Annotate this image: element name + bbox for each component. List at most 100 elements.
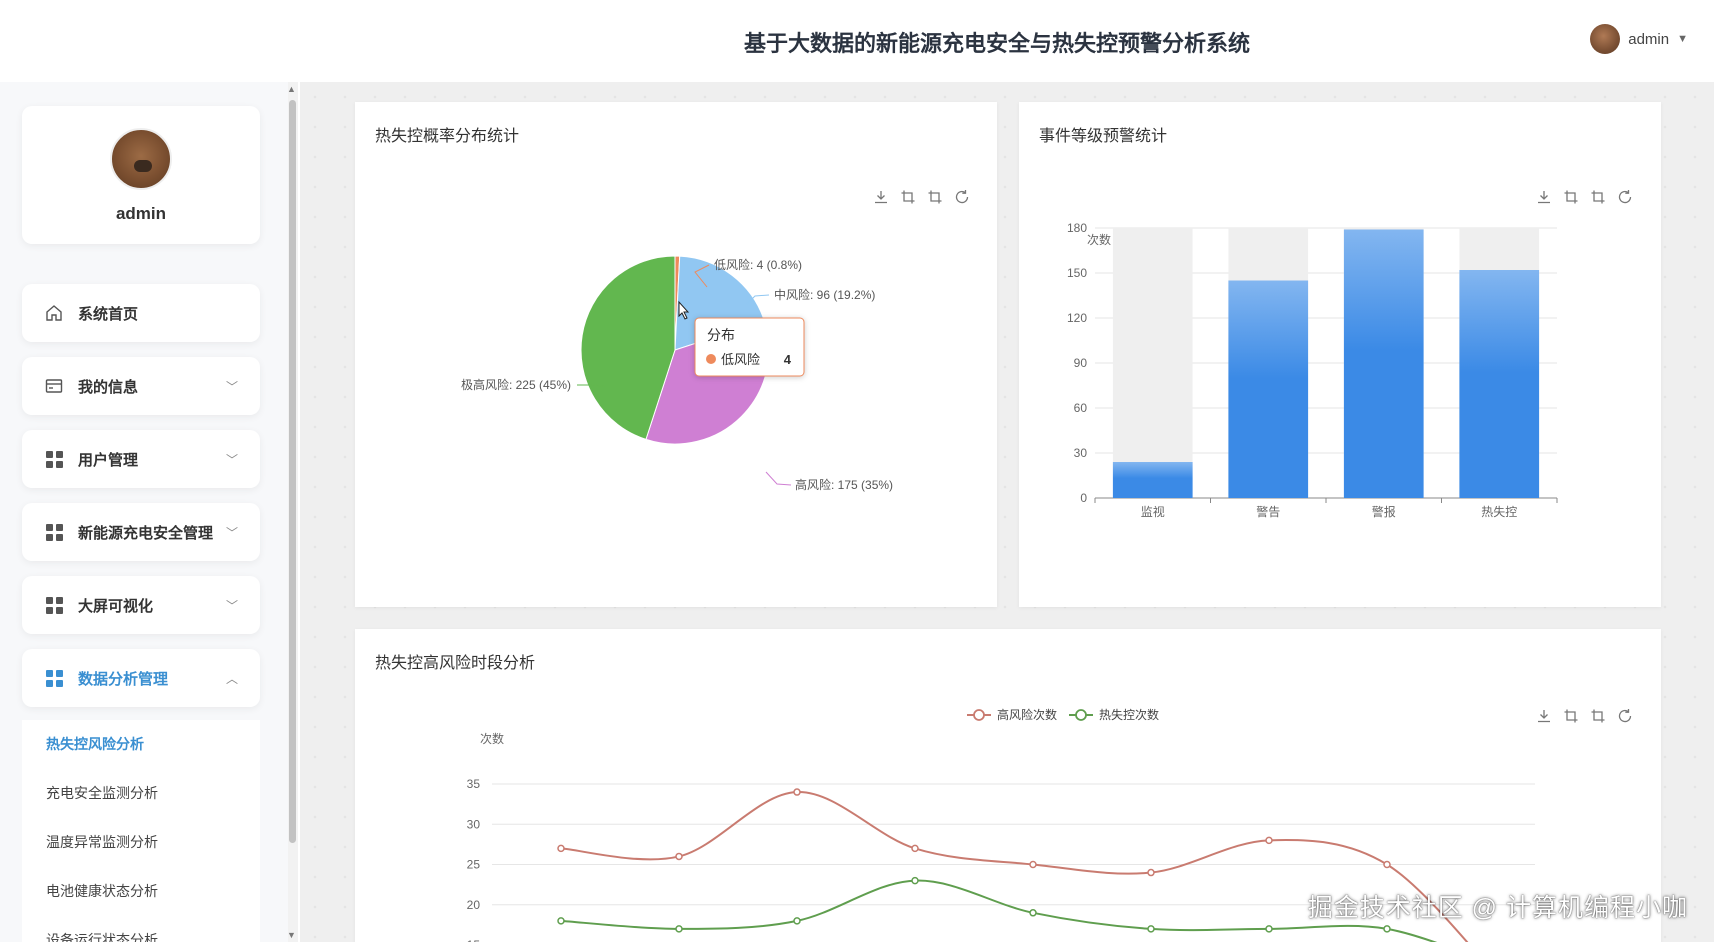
menu-item-my-info[interactable]: 我的信息 ﹀ [22,357,260,415]
line-y-tick-label: 15 [467,938,481,942]
legend-marker-0[interactable] [973,709,985,721]
chevron-down-icon: ﹀ [225,525,238,540]
bar-x-tick-label: 警报 [1372,504,1396,519]
menu-label: 数据分析管理 [78,670,169,688]
pie-chart-card: 热失控概率分布统计 低风险: 4 (0.8%) 中风险: 96 (19.2%) … [355,102,997,607]
profile-name: admin [115,204,167,223]
tooltip-name: 低风险 [721,352,760,367]
bar-x-tick-label: 热失控 [1481,504,1517,519]
submenu-item-battery-health[interactable]: 电池健康状态分析 [22,867,260,916]
chevron-down-icon: ﹀ [225,379,238,394]
chevron-down-icon: ﹀ [225,452,238,467]
pie-chart[interactable]: 低风险: 4 (0.8%) 中风险: 96 (19.2%) 高风险: 175 (… [355,102,997,607]
scroll-up-arrow-icon[interactable]: ▲ [287,84,296,94]
app-title: 基于大数据的新能源充电安全与热失控预警分析系统 [743,31,1250,56]
bar-y-tick-label: 180 [1067,221,1087,235]
legend-label-0[interactable]: 高风险次数 [997,707,1057,722]
menu-item-home[interactable]: 系统首页 [22,284,260,342]
profile-card: admin [22,106,260,244]
menu-item-big-screen[interactable]: 大屏可视化 ﹀ [22,576,260,634]
bar-y-tick-label: 60 [1074,401,1088,415]
pie-label-extreme: 极高风险: 225 (45%) [461,377,571,392]
chevron-up-icon: ︿ [225,671,238,686]
watermark: 掘金技术社区 @ 计算机编程小咖 [1307,894,1688,922]
bar-x-tick-label: 警告 [1256,504,1280,519]
menu-label: 大屏可视化 [78,597,154,615]
chevron-down-icon: ﹀ [225,598,238,613]
bar-y-tick-label: 90 [1074,356,1088,370]
menu-label: 我的信息 [78,378,139,396]
submenu-item-device-status[interactable]: 设备运行状态分析 [22,916,260,942]
line-point[interactable] [675,852,683,861]
bar-y-tick-label: 0 [1080,491,1087,505]
submenu-data-analysis: 热失控风险分析 充电安全监测分析 温度异常监测分析 电池健康状态分析 设备运行状… [22,720,260,942]
menu-item-data-analysis[interactable]: 数据分析管理 ︿ [22,649,260,707]
grid-icon [44,449,64,469]
line-y-tick-label: 20 [467,898,481,912]
line-point[interactable] [1029,860,1037,869]
bar-警告[interactable] [1228,280,1309,499]
caret-down-icon: ▼ [1677,33,1688,45]
line-point[interactable] [1383,860,1391,869]
submenu-item-thermal-risk[interactable]: 热失控风险分析 [22,720,260,769]
user-name: admin [1628,30,1670,48]
pie-label-high: 高风险: 175 (35%) [795,477,893,492]
bar-y-tick-label: 150 [1067,266,1087,280]
submenu-item-temperature[interactable]: 温度异常监测分析 [22,818,260,867]
menu-label: 用户管理 [78,451,139,469]
tooltip-marker [706,354,716,364]
bar-chart-card: 事件等级预警统计 次数 0 30 60 90 120 150 180 监视 警告 警报 热失控 [1019,102,1661,607]
line-y-tick-label: 30 [467,817,481,831]
sidebar-scrollbar-thumb[interactable] [289,100,296,843]
menu-label: 系统首页 [78,305,139,323]
user-avatar [1590,24,1621,54]
line-point[interactable] [557,844,565,853]
bar-y-axis-label: 次数 [1087,232,1111,247]
menu-label: 新能源充电安全管理 [78,524,214,542]
line-point[interactable] [1147,925,1155,933]
line-point[interactable] [1029,909,1037,917]
top-header: 基于大数据的新能源充电安全与热失控预警分析系统 admin ▼ [0,0,1714,82]
tooltip-title: 分布 [707,327,735,343]
line-point[interactable] [1383,925,1391,933]
main-content: 热失控概率分布统计 低风险: 4 (0.8%) 中风险: 96 (19.2%) … [300,82,1714,942]
pie-tooltip: 分布 低风险 4 [694,317,805,377]
grid-icon [44,522,64,542]
bar-热失控[interactable] [1459,270,1540,498]
line-point[interactable] [911,844,919,853]
bar-x-tick-label: 监视 [1141,504,1165,519]
scroll-down-arrow-icon[interactable]: ▼ [287,930,296,940]
bar-y-tick-label: 120 [1067,311,1087,325]
bar-background [1112,228,1193,498]
grid-icon [44,595,64,615]
home-icon [44,303,64,323]
line-point[interactable] [911,876,919,885]
bar-警报[interactable] [1343,229,1424,499]
bar-chart[interactable]: 次数 0 30 60 90 120 150 180 监视 警告 警报 热失控 [1019,102,1661,607]
tooltip-value: 4 [784,352,792,367]
line-y-tick-label: 25 [467,858,481,872]
legend-label-1[interactable]: 热失控次数 [1099,707,1159,722]
line-point[interactable] [1265,836,1273,845]
line-y-tick-label: 35 [467,777,481,791]
pie-leader-high [765,471,792,486]
line-point[interactable] [793,917,801,925]
line-y-axis-label: 次数 [480,731,504,746]
menu-item-charging-safety[interactable]: 新能源充电安全管理 ﹀ [22,503,260,561]
id-card-icon [44,376,64,396]
submenu-item-charging-monitor[interactable]: 充电安全监测分析 [22,769,260,818]
grid-icon [44,668,64,688]
pie-label-mid: 中风险: 96 (19.2%) [774,287,875,302]
line-point[interactable] [1265,925,1273,933]
line-point[interactable] [675,925,683,933]
menu-item-user-management[interactable]: 用户管理 ﹀ [22,430,260,488]
profile-avatar [110,128,172,190]
legend-marker-1[interactable] [1075,709,1087,721]
line-point[interactable] [1147,868,1155,877]
line-point[interactable] [557,917,565,925]
bar-y-tick-label: 30 [1074,446,1088,460]
user-menu[interactable]: admin ▼ [1590,24,1688,54]
pie-label-low: 低风险: 4 (0.8%) [714,257,802,272]
bar-监视[interactable] [1112,462,1193,498]
line-point[interactable] [793,788,801,796]
